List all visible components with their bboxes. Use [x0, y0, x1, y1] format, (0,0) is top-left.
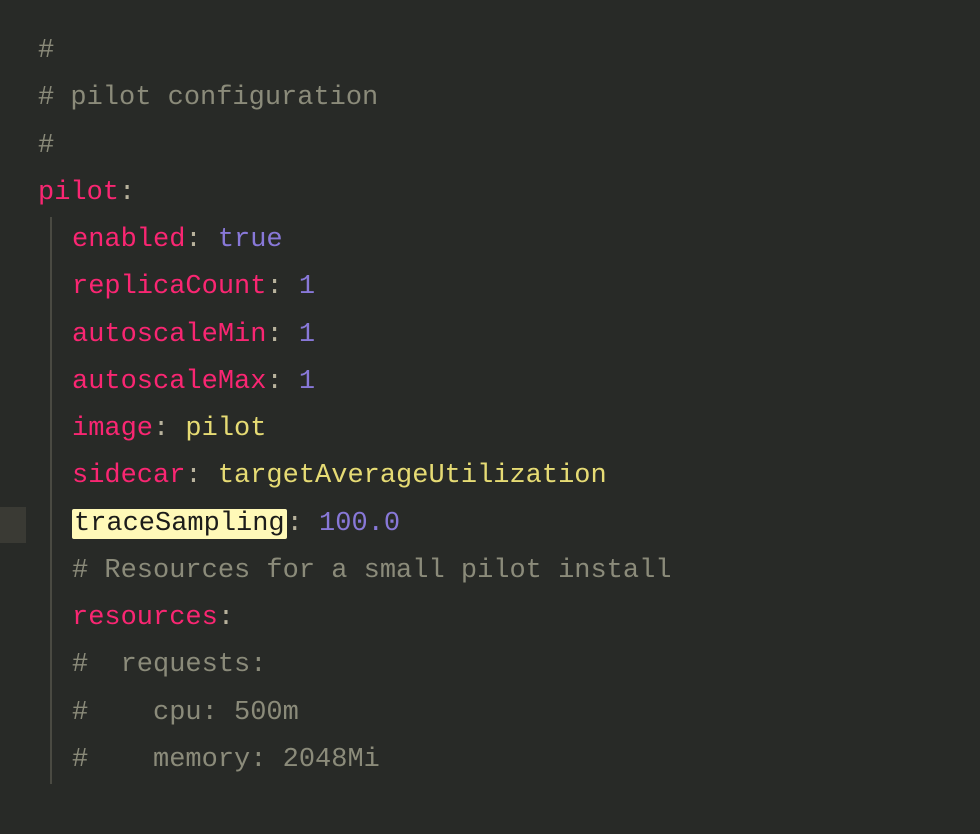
- comment-text: # cpu: 500m: [72, 698, 299, 728]
- code-line: replicaCount: 1: [38, 264, 980, 311]
- colon: :: [266, 272, 282, 302]
- yaml-value: 1: [299, 320, 315, 350]
- code-line: #: [38, 123, 980, 170]
- comment-text: # memory: 2048Mi: [72, 745, 380, 775]
- colon: :: [266, 367, 282, 397]
- colon: :: [218, 603, 234, 633]
- code-line: image: pilot: [38, 406, 980, 453]
- code-line: enabled: true: [38, 217, 980, 264]
- code-line: traceSampling: 100.0: [38, 501, 980, 548]
- comment-text: # Resources for a small pilot install: [72, 556, 672, 586]
- code-line: resources:: [38, 595, 980, 642]
- code-editor[interactable]: # # pilot configuration # pilot: enabled…: [38, 28, 980, 784]
- comment-text: # requests:: [72, 650, 266, 680]
- code-line: sidecar: targetAverageUtilization: [38, 453, 980, 500]
- yaml-value: 1: [299, 272, 315, 302]
- yaml-value: 1: [299, 367, 315, 397]
- yaml-value: pilot: [185, 414, 266, 444]
- code-line: pilot:: [38, 170, 980, 217]
- code-line: autoscaleMax: 1: [38, 359, 980, 406]
- yaml-key: replicaCount: [72, 272, 266, 302]
- yaml-key: image: [72, 414, 153, 444]
- code-line: # memory: 2048Mi: [38, 737, 980, 784]
- code-line: #: [38, 28, 980, 75]
- yaml-key: pilot: [38, 178, 119, 208]
- yaml-key: resources: [72, 603, 218, 633]
- yaml-key: autoscaleMin: [72, 320, 266, 350]
- yaml-value: 100.0: [319, 509, 400, 539]
- gutter-highlight: [0, 507, 26, 543]
- code-line: # requests:: [38, 642, 980, 689]
- code-line: autoscaleMin: 1: [38, 312, 980, 359]
- yaml-value: targetAverageUtilization: [218, 461, 607, 491]
- colon: :: [185, 461, 201, 491]
- colon: :: [287, 509, 303, 539]
- code-line: # Resources for a small pilot install: [38, 548, 980, 595]
- yaml-key: sidecar: [72, 461, 185, 491]
- yaml-key: autoscaleMax: [72, 367, 266, 397]
- code-line: # pilot configuration: [38, 75, 980, 122]
- search-highlight: traceSampling: [72, 509, 287, 539]
- code-line: # cpu: 500m: [38, 690, 980, 737]
- colon: :: [185, 225, 201, 255]
- colon: :: [266, 320, 282, 350]
- colon: :: [153, 414, 169, 444]
- yaml-key: enabled: [72, 225, 185, 255]
- comment-text: #: [38, 36, 54, 66]
- comment-text: # pilot configuration: [38, 83, 378, 113]
- yaml-value: true: [218, 225, 283, 255]
- colon: :: [119, 178, 135, 208]
- comment-text: #: [38, 131, 54, 161]
